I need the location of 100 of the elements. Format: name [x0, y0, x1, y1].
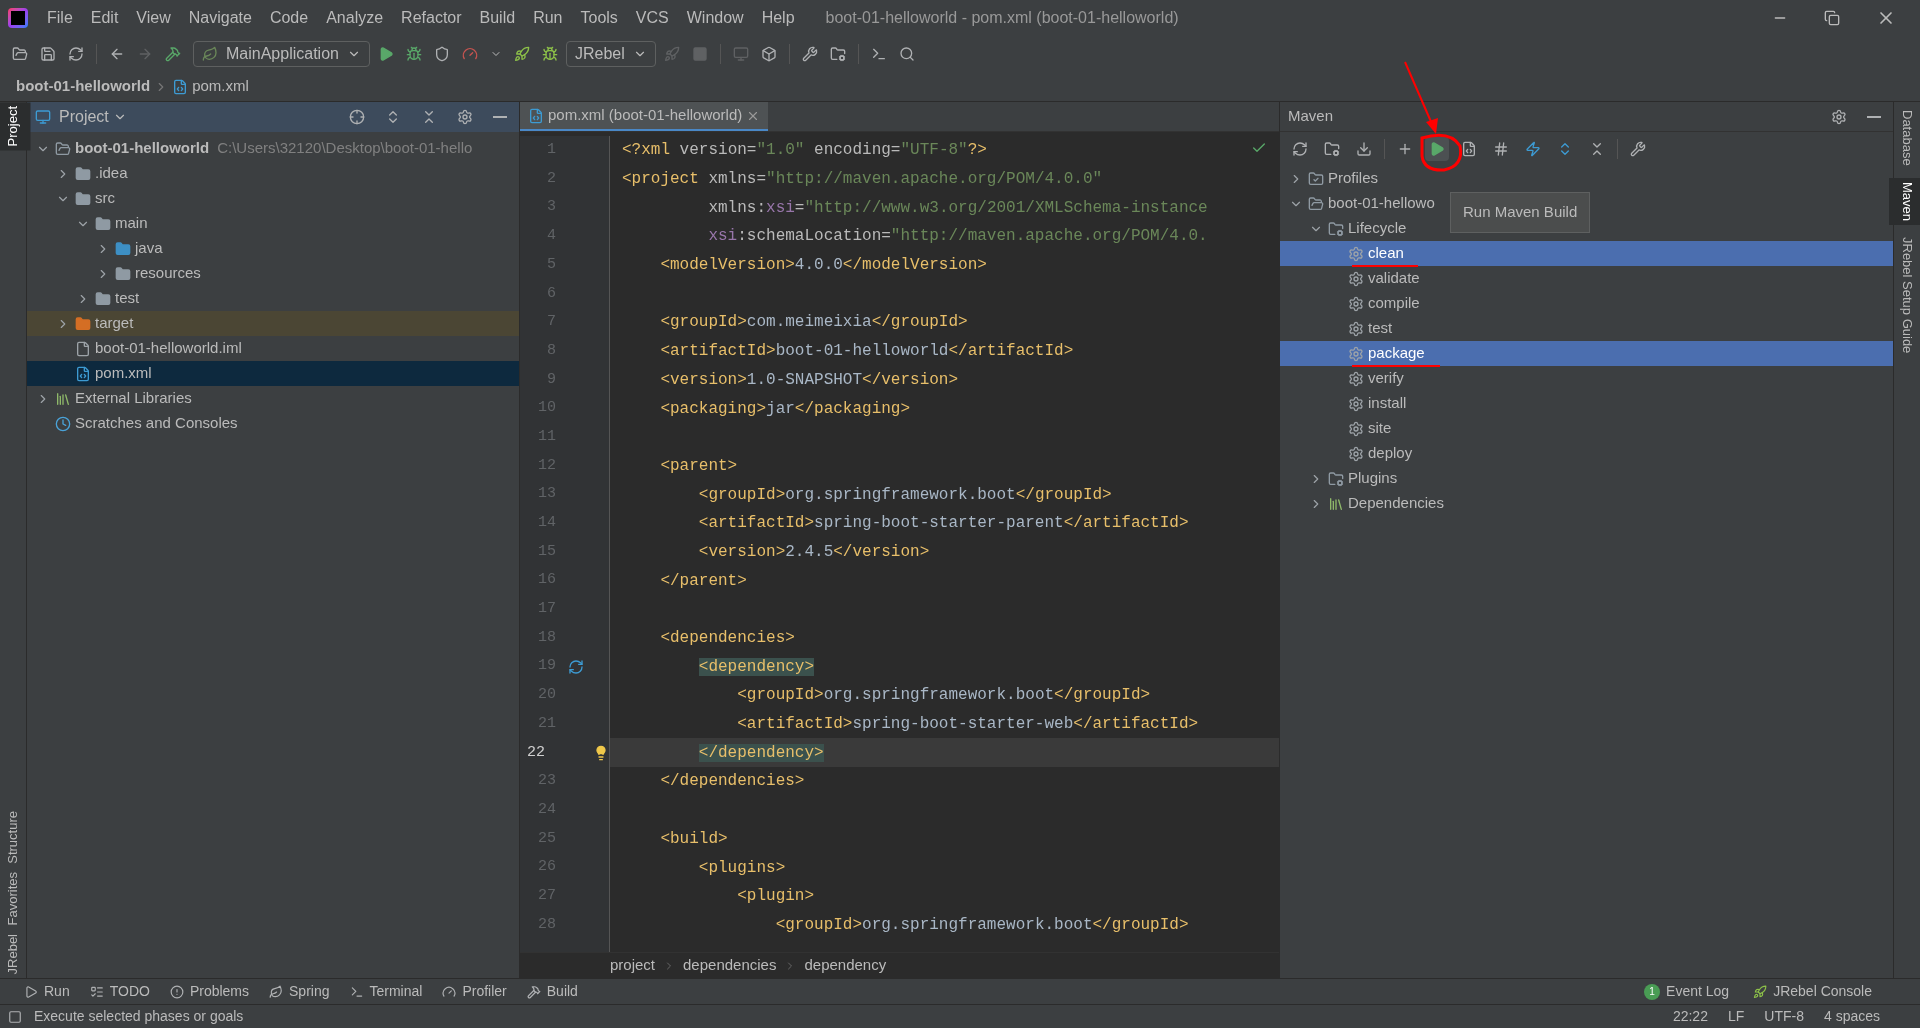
- menu-item[interactable]: Window: [679, 6, 751, 30]
- tree-item[interactable]: target: [27, 311, 519, 336]
- code-line: <version>2.4.5</version>: [697, 541, 930, 563]
- folder-icon: [95, 290, 111, 307]
- tool-window-button[interactable]: Run: [24, 981, 70, 1002]
- code-line: <?xml version="1.0" encoding="UTF-8"?>: [622, 140, 987, 162]
- tree-item[interactable]: test: [27, 286, 144, 311]
- tree-item-label: Lifecycle: [1348, 218, 1407, 239]
- tree-item[interactable]: boot-01-helloworld.iml: [27, 336, 246, 361]
- run-config-dropdown[interactable]: MainApplication: [193, 41, 370, 67]
- status-item[interactable]: LF: [1727, 1006, 1745, 1027]
- wrench-icon: [801, 46, 818, 62]
- menu-item[interactable]: Help: [754, 6, 802, 30]
- alert-icon: [169, 984, 184, 999]
- tree-item[interactable]: Plugins: [1280, 466, 1402, 491]
- code-line: <artifactId>spring-boot-starter-parent</artifactId>: [697, 513, 1189, 535]
- tree-item[interactable]: test: [1280, 316, 1397, 341]
- tree-item-label: boot-01-helloworld.iml: [95, 338, 242, 359]
- tool-window-button[interactable]: Terminal: [349, 981, 423, 1002]
- gauge-icon: [442, 984, 457, 999]
- tool-window-button[interactable]: Spring: [269, 981, 330, 1002]
- tree-item[interactable]: site: [1280, 416, 1396, 441]
- tool-window-tab[interactable]: Favorites: [0, 868, 31, 930]
- list-icon: [89, 984, 104, 999]
- menu-item[interactable]: Refactor: [394, 6, 469, 30]
- tree-item[interactable]: pom.xml: [27, 361, 519, 386]
- tool-window-button[interactable]: JRebel Console: [1753, 981, 1872, 1002]
- breadcrumb-item[interactable]: dependency: [804, 954, 887, 977]
- tree-item[interactable]: main: [27, 211, 152, 236]
- tree-item[interactable]: .idea: [27, 161, 132, 186]
- status-item[interactable]: 4 spaces: [1823, 1006, 1880, 1027]
- menu-item[interactable]: Edit: [83, 6, 126, 30]
- menu-item[interactable]: File: [40, 6, 80, 30]
- tool-window-button[interactable]: Profiler: [442, 981, 507, 1002]
- tool-window-tab[interactable]: JRebel: [0, 929, 31, 978]
- tool-window-button[interactable]: 1 Event Log: [1644, 981, 1730, 1002]
- breadcrumb-item[interactable]: project: [610, 954, 656, 977]
- breadcrumb-item[interactable]: boot-01-helloworld: [16, 75, 151, 98]
- run-maven-build-button[interactable]: [1425, 137, 1449, 161]
- code-line: <plugin>: [736, 886, 815, 908]
- lightning-icon: [1525, 141, 1541, 157]
- menu-item[interactable]: VCS: [628, 6, 676, 30]
- status-message: Execute selected phases or goals: [34, 1007, 244, 1026]
- project-view-dropdown[interactable]: Project: [59, 105, 127, 129]
- gear-icon: [1831, 108, 1847, 125]
- code-line: <packaging>jar</packaging>: [659, 398, 911, 420]
- menu-item[interactable]: Run: [526, 6, 570, 30]
- stop-icon: [691, 46, 708, 62]
- tree-item[interactable]: java: [27, 236, 167, 261]
- tree-item[interactable]: External Libraries: [27, 386, 196, 411]
- tool-window-button[interactable]: TODO: [89, 981, 150, 1002]
- square-icon: [8, 1009, 22, 1024]
- path-text: C:\Users\32120\Desktop\boot-01-hello: [217, 138, 473, 159]
- menu-item[interactable]: Code: [262, 6, 316, 30]
- tree-item[interactable]: Dependencies: [1280, 491, 1448, 516]
- jrebel-dropdown[interactable]: JRebel: [565, 41, 656, 67]
- code-line: <groupId>org.springframework.boot</groupId>: [697, 484, 1112, 506]
- tree-item[interactable]: Lifecycle: [1280, 216, 1411, 241]
- tree-item-label: site: [1368, 418, 1392, 439]
- tool-window-button[interactable]: Build: [526, 981, 578, 1002]
- tree-item-label: main: [115, 213, 148, 234]
- app-logo-icon: [8, 8, 28, 28]
- code-line: <groupId>org.springframework.boot</groupId>: [774, 914, 1189, 936]
- tool-window-tab[interactable]: Database: [1889, 106, 1920, 170]
- menu-item[interactable]: Navigate: [181, 6, 259, 30]
- restore-icon[interactable]: [1824, 10, 1840, 26]
- menu-item[interactable]: Build: [472, 6, 523, 30]
- tree-item[interactable]: validate: [1280, 266, 1424, 291]
- tree-item[interactable]: src: [27, 186, 119, 211]
- play-icon: [1429, 141, 1445, 157]
- tree-item[interactable]: install: [1280, 391, 1411, 416]
- tree-item[interactable]: compile: [1280, 291, 1424, 316]
- code-line: </parent>: [659, 570, 747, 592]
- gear-icon: [1348, 295, 1364, 312]
- menu-item[interactable]: View: [129, 6, 178, 30]
- tool-window-button[interactable]: Problems: [169, 981, 250, 1002]
- tree-item[interactable]: verify: [1280, 366, 1408, 391]
- status-item[interactable]: UTF-8: [1764, 1006, 1804, 1027]
- tool-window-tab[interactable]: Project: [0, 102, 31, 151]
- tree-item[interactable]: Profiles: [1280, 166, 1383, 191]
- tree-item[interactable]: package: [1280, 341, 1893, 366]
- tree-item-label: deploy: [1368, 443, 1413, 464]
- status-item[interactable]: 22:22: [1672, 1006, 1708, 1027]
- tree-item[interactable]: deploy: [1280, 441, 1417, 466]
- breadcrumb-item[interactable]: dependencies: [683, 954, 777, 977]
- tree-item-label: External Libraries: [75, 388, 192, 409]
- breadcrumb-item[interactable]: pom.xml: [192, 75, 249, 98]
- code-line: </dependencies>: [659, 771, 805, 793]
- code-line: <artifactId>spring-boot-starter-web</artifactId>: [736, 714, 1199, 736]
- tool-window-tab[interactable]: Maven: [1889, 177, 1920, 225]
- tree-item[interactable]: resources: [27, 261, 205, 286]
- wrench-icon: [1630, 141, 1646, 157]
- tool-window-tab[interactable]: Structure: [0, 807, 31, 869]
- file-icon: [1461, 141, 1477, 157]
- tree-item[interactable]: Scratches and Consoles: [27, 411, 242, 436]
- menu-item[interactable]: Analyze: [319, 6, 391, 30]
- menu-item[interactable]: Tools: [573, 6, 625, 30]
- editor-tab[interactable]: pom.xml (boot-01-helloworld): [520, 102, 769, 131]
- tree-item[interactable]: clean: [1280, 241, 1893, 266]
- tree-item[interactable]: boot-01-hellowo: [1280, 191, 1439, 216]
